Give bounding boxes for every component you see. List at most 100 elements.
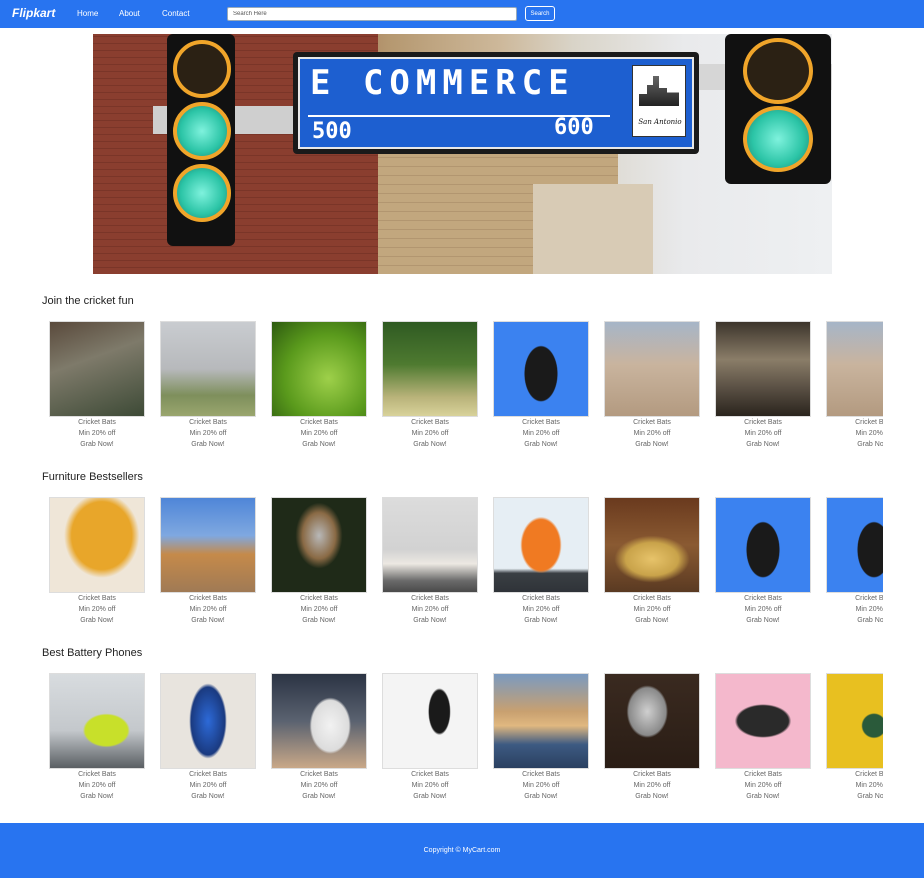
product-card[interactable]: Cricket Bats Min 20% off Grab Now! (265, 673, 367, 802)
traffic-lamp (173, 40, 231, 98)
product-image[interactable] (715, 497, 811, 593)
product-image[interactable] (493, 673, 589, 769)
product-offer: Min 20% off (189, 782, 227, 789)
product-row-furniture: Cricket Bats Min 20% off Grab Now! Crick… (43, 497, 883, 632)
product-card[interactable]: Cricket Bats Min 20% off Grab Now! (487, 497, 589, 626)
product-name: Cricket Bats (411, 771, 449, 778)
product-cta[interactable]: Grab Now! (49, 615, 145, 626)
product-cta[interactable]: Grab Now! (49, 439, 145, 450)
product-cta[interactable]: Grab Now! (160, 791, 256, 802)
product-name: Cricket Bats (633, 419, 671, 426)
product-card[interactable]: Cricket Bats Min 20% off Grab Now! (709, 497, 811, 626)
product-image[interactable] (604, 497, 700, 593)
product-cta[interactable]: Grab Now! (826, 791, 883, 802)
product-image[interactable] (493, 321, 589, 417)
product-image[interactable] (160, 673, 256, 769)
product-image[interactable] (382, 497, 478, 593)
product-card[interactable]: Cricket Bats Min 20% off Grab Now! (820, 321, 883, 450)
product-card[interactable]: Cricket Bats Min 20% off Grab Now! (709, 321, 811, 450)
product-card[interactable]: Cricket Bats Min 20% off Grab Now! (598, 497, 700, 626)
product-image[interactable] (49, 673, 145, 769)
product-image[interactable] (604, 673, 700, 769)
nav-link-about[interactable]: About (119, 9, 140, 18)
product-image[interactable] (271, 321, 367, 417)
product-card[interactable]: Cricket Bats Min 20% off Grab Now! (43, 321, 145, 450)
product-cta[interactable]: Grab Now! (493, 615, 589, 626)
product-card[interactable]: Cricket Bats Min 20% off Grab Now! (598, 321, 700, 450)
traffic-lamp-arrow (173, 164, 231, 222)
product-cta[interactable]: Grab Now! (271, 615, 367, 626)
product-name: Cricket Bats (78, 419, 116, 426)
product-cta[interactable]: Grab Now! (271, 791, 367, 802)
product-offer: Min 20% off (633, 782, 671, 789)
city-badge-caption: San Antonio (638, 118, 682, 126)
product-card[interactable]: Cricket Bats Min 20% off Grab Now! (709, 673, 811, 802)
product-image[interactable] (382, 673, 478, 769)
product-cta[interactable]: Grab Now! (493, 791, 589, 802)
product-cta[interactable]: Grab Now! (160, 439, 256, 450)
product-card[interactable]: Cricket Bats Min 20% off Grab Now! (487, 673, 589, 802)
product-cta[interactable]: Grab Now! (604, 791, 700, 802)
product-name: Cricket Bats (633, 595, 671, 602)
product-card[interactable]: Cricket Bats Min 20% off Grab Now! (43, 497, 145, 626)
product-cta[interactable]: Grab Now! (604, 439, 700, 450)
product-cta[interactable]: Grab Now! (271, 439, 367, 450)
product-cta[interactable]: Grab Now! (826, 439, 883, 450)
nav-link-contact[interactable]: Contact (162, 9, 190, 18)
product-offer: Min 20% off (633, 606, 671, 613)
product-cta[interactable]: Grab Now! (160, 615, 256, 626)
product-cta[interactable]: Grab Now! (382, 439, 478, 450)
section-title-furniture: Furniture Bestsellers (42, 471, 143, 483)
product-offer: Min 20% off (300, 606, 338, 613)
product-image[interactable] (715, 321, 811, 417)
product-image[interactable] (160, 497, 256, 593)
product-cta[interactable]: Grab Now! (382, 791, 478, 802)
product-image[interactable] (715, 673, 811, 769)
product-name: Cricket Bats (744, 771, 782, 778)
product-card[interactable]: Cricket Bats Min 20% off Grab Now! (820, 497, 883, 626)
product-image[interactable] (826, 673, 883, 769)
product-offer: Min 20% off (855, 430, 883, 437)
product-card[interactable]: Cricket Bats Min 20% off Grab Now! (154, 321, 256, 450)
product-card[interactable]: Cricket Bats Min 20% off Grab Now! (265, 321, 367, 450)
product-image[interactable] (493, 497, 589, 593)
product-image[interactable] (826, 497, 883, 593)
product-offer: Min 20% off (411, 782, 449, 789)
product-cta[interactable]: Grab Now! (715, 791, 811, 802)
product-offer: Min 20% off (522, 606, 560, 613)
product-cta[interactable]: Grab Now! (715, 439, 811, 450)
product-image[interactable] (271, 497, 367, 593)
product-row-cricket: Cricket Bats Min 20% off Grab Now! Crick… (43, 321, 883, 456)
product-cta[interactable]: Grab Now! (382, 615, 478, 626)
product-card[interactable]: Cricket Bats Min 20% off Grab Now! (487, 321, 589, 450)
product-cta[interactable]: Grab Now! (715, 615, 811, 626)
product-image[interactable] (49, 321, 145, 417)
product-card[interactable]: Cricket Bats Min 20% off Grab Now! (154, 497, 256, 626)
product-card[interactable]: Cricket Bats Min 20% off Grab Now! (154, 673, 256, 802)
search-input[interactable] (227, 7, 517, 21)
product-name: Cricket Bats (855, 419, 883, 426)
nav-link-home[interactable]: Home (77, 9, 98, 18)
product-cta[interactable]: Grab Now! (493, 439, 589, 450)
product-card[interactable]: Cricket Bats Min 20% off Grab Now! (376, 321, 478, 450)
product-image[interactable] (826, 321, 883, 417)
product-card[interactable]: Cricket Bats Min 20% off Grab Now! (820, 673, 883, 802)
product-card[interactable]: Cricket Bats Min 20% off Grab Now! (598, 673, 700, 802)
product-offer: Min 20% off (633, 430, 671, 437)
search-button[interactable]: Search (525, 6, 555, 21)
product-card[interactable]: Cricket Bats Min 20% off Grab Now! (376, 673, 478, 802)
product-card[interactable]: Cricket Bats Min 20% off Grab Now! (43, 673, 145, 802)
product-image[interactable] (382, 321, 478, 417)
brand-logo[interactable]: Flipkart (12, 6, 55, 20)
product-cta[interactable]: Grab Now! (49, 791, 145, 802)
product-offer: Min 20% off (411, 606, 449, 613)
product-image[interactable] (604, 321, 700, 417)
traffic-lamp (743, 106, 813, 172)
product-image[interactable] (271, 673, 367, 769)
product-card[interactable]: Cricket Bats Min 20% off Grab Now! (265, 497, 367, 626)
product-cta[interactable]: Grab Now! (604, 615, 700, 626)
product-image[interactable] (160, 321, 256, 417)
product-card[interactable]: Cricket Bats Min 20% off Grab Now! (376, 497, 478, 626)
product-cta[interactable]: Grab Now! (826, 615, 883, 626)
product-image[interactable] (49, 497, 145, 593)
